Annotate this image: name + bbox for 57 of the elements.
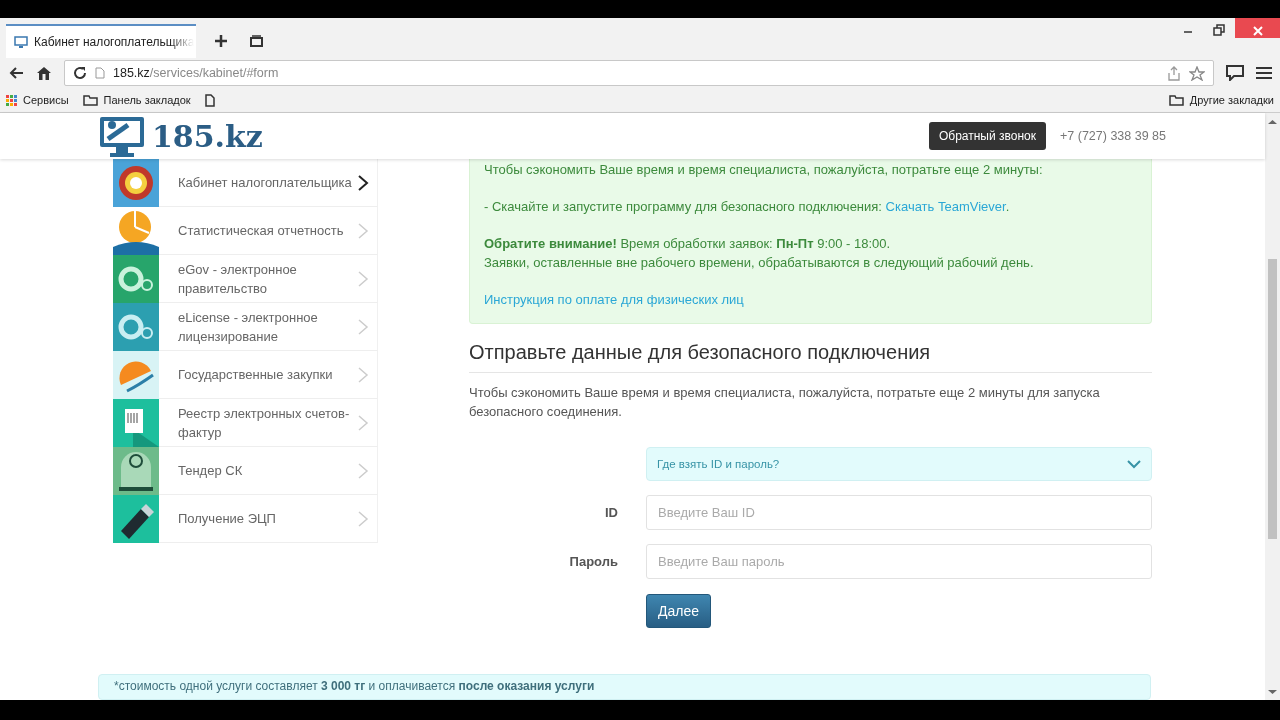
- emblem-icon: [113, 158, 159, 207]
- sidebar-item[interactable]: Статистическая отчетность: [113, 207, 378, 255]
- usb-drive-icon: [113, 494, 159, 543]
- help-accordion[interactable]: Где взять ID и пароль?: [646, 447, 1152, 481]
- chat-icon[interactable]: [1226, 65, 1244, 81]
- monitor-icon: [14, 35, 28, 49]
- share-icon[interactable]: [1167, 65, 1181, 81]
- folder-icon[interactable]: [1168, 94, 1184, 106]
- price-note: *стоимость одной услуги составляет 3 000 тг и оплачивается после оказания услуги: [98, 674, 1151, 700]
- close-button[interactable]: [1235, 18, 1280, 38]
- bookmark[interactable]: Сервисы: [23, 94, 69, 106]
- scroll-down-icon[interactable]: [1268, 689, 1277, 695]
- document-icon: [113, 398, 159, 447]
- input-field[interactable]: Введите Ваш пароль: [646, 544, 1152, 579]
- alert-text: Обратите внимание! Время обработки заявок: Пн-Пт 9:00 - 18:00.: [484, 235, 892, 253]
- field-label: Пароль: [569, 554, 618, 569]
- address-bar[interactable]: 185.kz/services/kabinet/#form: [64, 60, 1214, 86]
- restore-icon[interactable]: [1213, 24, 1225, 36]
- sun-icon: [113, 350, 159, 399]
- alert-text: Заявки, оставленные вне рабочего времени, обрабатываются в следующий рабочий день.: [484, 253, 1035, 272]
- sidebar-item[interactable]: Тендер СК: [113, 447, 378, 495]
- sidebar-item[interactable]: Реестр электронных счетов-фактур: [113, 399, 378, 447]
- site-logo[interactable]: 185.kz: [98, 113, 263, 159]
- egov-icon: [113, 254, 159, 303]
- alert-text: - Скачайте и запустите программу для безопасного подключения: Скачать TeamViever.: [484, 198, 1011, 216]
- input-field[interactable]: Введите Ваш ID: [646, 495, 1152, 530]
- page-icon: [95, 67, 105, 79]
- alert-text: Чтобы сэкономить Ваше время и время специалиста, пожалуйста, потратьте еще 2 минуты:: [484, 161, 1044, 179]
- reload-icon[interactable]: [73, 66, 87, 80]
- apps-icon[interactable]: [6, 94, 17, 106]
- sidebar-item[interactable]: Государственные закупки: [113, 351, 378, 399]
- sidebar-item[interactable]: Получение ЭЦП: [113, 495, 378, 543]
- section-heading: Отправьте данные для безопасного подключения: [469, 341, 1152, 373]
- bookmark[interactable]: Панель закладок: [103, 94, 191, 106]
- home-icon[interactable]: [36, 65, 52, 81]
- elicense-icon: [113, 302, 159, 351]
- chevron-icon: [1127, 459, 1141, 469]
- url-text: 185.kz/services/kabinet/#form: [113, 66, 279, 80]
- sidebar-item[interactable]: Кабинет налогоплательщика: [113, 159, 378, 207]
- menu-icon[interactable]: [1256, 66, 1272, 80]
- bookmark[interactable]: Другие закладки: [1189, 94, 1274, 106]
- folder-icon[interactable]: [82, 94, 98, 106]
- field-label: ID: [605, 505, 618, 520]
- description-text: Чтобы сэкономить Ваше время и время специалиста, пожалуйста, потратьте еще 2 минуты для запуска безопасного соединения.: [469, 384, 1101, 421]
- next-button[interactable]: Далее: [646, 594, 711, 628]
- scroll-up-icon[interactable]: [1268, 119, 1277, 125]
- close-icon: [1252, 26, 1263, 36]
- scrollbar-thumb[interactable]: [1268, 259, 1277, 539]
- callback-button[interactable]: Обратный звонок: [928, 122, 1046, 150]
- window-icon[interactable]: [250, 35, 263, 47]
- sidebar-item[interactable]: eLicense - электронное лицензирование: [113, 303, 378, 351]
- page-icon[interactable]: [204, 93, 215, 107]
- phone-number: +7 (727) 338 39 85: [1060, 129, 1166, 143]
- sidebar-item[interactable]: eGov - электронное правительство: [113, 255, 378, 303]
- star-icon[interactable]: [1189, 65, 1205, 81]
- back-icon[interactable]: [8, 66, 24, 80]
- plus-icon[interactable]: [214, 34, 228, 48]
